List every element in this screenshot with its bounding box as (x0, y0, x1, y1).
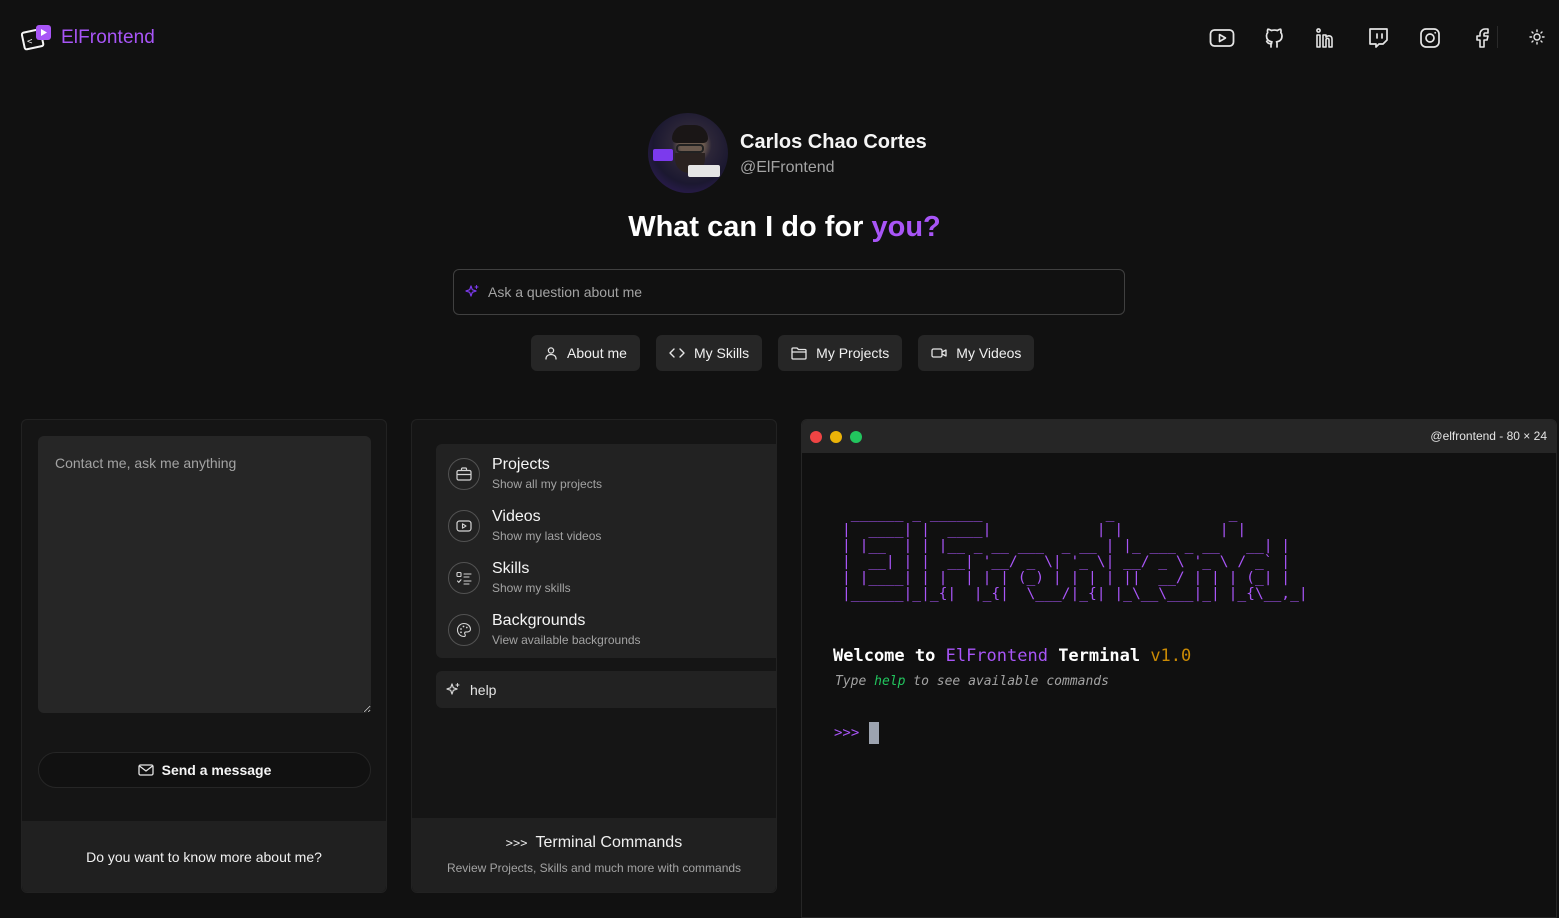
command-subtitle: View available backgrounds (492, 633, 641, 647)
header-divider (1497, 26, 1498, 48)
my-videos-button[interactable]: My Videos (918, 335, 1035, 371)
command-backgrounds[interactable]: Backgrounds View available backgrounds (448, 611, 768, 647)
sun-icon[interactable] (1526, 26, 1548, 48)
terminal-titlebar: @elfrontend - 80 × 24 (802, 420, 1556, 453)
my-projects-button[interactable]: My Projects (778, 335, 903, 371)
profile-handle: @ElFrontend (740, 159, 835, 176)
send-message-label: Send a message (161, 762, 272, 778)
welcome-line: Welcome to ElFrontend Terminal v1.0 (833, 646, 1191, 666)
command-title: Skills (492, 560, 530, 577)
svg-text:<: < (27, 37, 33, 47)
folder-icon (791, 346, 807, 360)
version-label: v1.0 (1150, 646, 1192, 666)
send-message-button[interactable]: Send a message (38, 752, 371, 788)
hint-suffix: to see available commands (905, 674, 1109, 689)
chevrons-icon: >>> (505, 836, 528, 850)
command-skills[interactable]: Skills Show my skills (448, 559, 768, 595)
contact-message-textarea[interactable] (38, 436, 371, 713)
command-subtitle: Show all my projects (492, 477, 603, 491)
command-title: Projects (492, 456, 550, 473)
linkedin-icon[interactable] (1312, 24, 1340, 52)
command-subtitle: Show my last videos (492, 529, 602, 543)
my-projects-label: My Projects (816, 345, 890, 361)
hint-line: Type help to see available commands (835, 674, 1109, 689)
mail-icon (137, 764, 154, 776)
twitch-icon[interactable] (1364, 24, 1392, 52)
logo-icon: < (21, 24, 53, 52)
social-links (1208, 24, 1496, 52)
my-skills-button[interactable]: My Skills (655, 335, 763, 371)
ascii-logo: ______ _ ______ _ _ | ____| | ____| | | … (842, 505, 1308, 602)
maximize-dot[interactable] (850, 431, 862, 443)
know-more-card[interactable]: Do you want to know more about me? (22, 821, 386, 892)
command-title: Videos (492, 508, 541, 525)
welcome-suffix: Terminal (1047, 646, 1151, 666)
user-icon (544, 346, 558, 360)
commands-panel: Projects Show all my projects Videos Show … (411, 419, 777, 893)
about-me-button[interactable]: About me (531, 335, 640, 371)
contact-panel: Send a message Do you want to know more … (21, 419, 387, 893)
sparkles-icon (464, 284, 480, 300)
command-videos[interactable]: Videos Show my last videos (448, 507, 768, 543)
facebook-icon[interactable] (1468, 24, 1496, 52)
hero-title: What can I do for you? (0, 211, 1559, 244)
command-projects[interactable]: Projects Show all my projects (448, 455, 768, 491)
video-icon (931, 347, 947, 359)
welcome-prefix: Welcome to (833, 646, 946, 666)
youtube-icon[interactable] (1208, 24, 1236, 52)
welcome-brand: ElFrontend (945, 646, 1048, 666)
my-videos-label: My Videos (956, 345, 1022, 361)
terminal-commands-subtitle: Review Projects, Skills and much more wi… (446, 861, 742, 875)
header: < ElFrontend (0, 0, 1559, 74)
hero-title-accent: you? (871, 211, 941, 243)
hero-title-prefix: What can I do for (628, 211, 872, 243)
command-input-field[interactable] (436, 671, 777, 708)
quick-actions: About me My Skills My Projects My Videos (531, 335, 1035, 371)
hint-prefix: Type (835, 674, 875, 689)
terminal-commands-title: Terminal Commands (535, 834, 683, 851)
briefcase-icon (448, 458, 480, 490)
sparkles-icon (445, 682, 461, 698)
list-icon (448, 562, 480, 594)
instagram-icon[interactable] (1416, 24, 1444, 52)
avatar (648, 113, 728, 193)
terminal-window[interactable]: @elfrontend - 80 × 24 ______ _ ______ _ … (801, 419, 1557, 918)
prompt-symbol: >>> (834, 725, 860, 741)
hint-command: help (874, 674, 906, 689)
profile: Carlos Chao Cortes @ElFrontend (648, 113, 927, 193)
command-subtitle: Show my skills (492, 581, 571, 595)
my-skills-label: My Skills (693, 345, 750, 361)
brand-name: ElFrontend (61, 27, 155, 48)
play-icon (448, 510, 480, 542)
ask-input[interactable] (488, 284, 1088, 300)
terminal-cursor (869, 722, 880, 744)
close-dot[interactable] (810, 431, 822, 443)
profile-name: Carlos Chao Cortes (740, 131, 927, 153)
command-list: Projects Show all my projects Videos Show … (436, 444, 777, 658)
brand-logo[interactable]: < ElFrontend (21, 24, 155, 52)
ask-field[interactable] (453, 269, 1125, 315)
terminal-prompt[interactable]: >>> (834, 722, 880, 744)
palette-icon (448, 614, 480, 646)
terminal-title: @elfrontend - 80 × 24 (1430, 429, 1547, 443)
know-more-text: Do you want to know more about me? (86, 848, 322, 865)
about-me-label: About me (567, 345, 627, 361)
minimize-dot[interactable] (830, 431, 842, 443)
command-title: Backgrounds (492, 612, 586, 629)
terminal-commands-card[interactable]: >>> Terminal Commands Review Projects, Sk… (412, 818, 776, 892)
code-icon (669, 347, 685, 359)
github-icon[interactable] (1260, 24, 1288, 52)
command-input[interactable] (470, 681, 750, 698)
